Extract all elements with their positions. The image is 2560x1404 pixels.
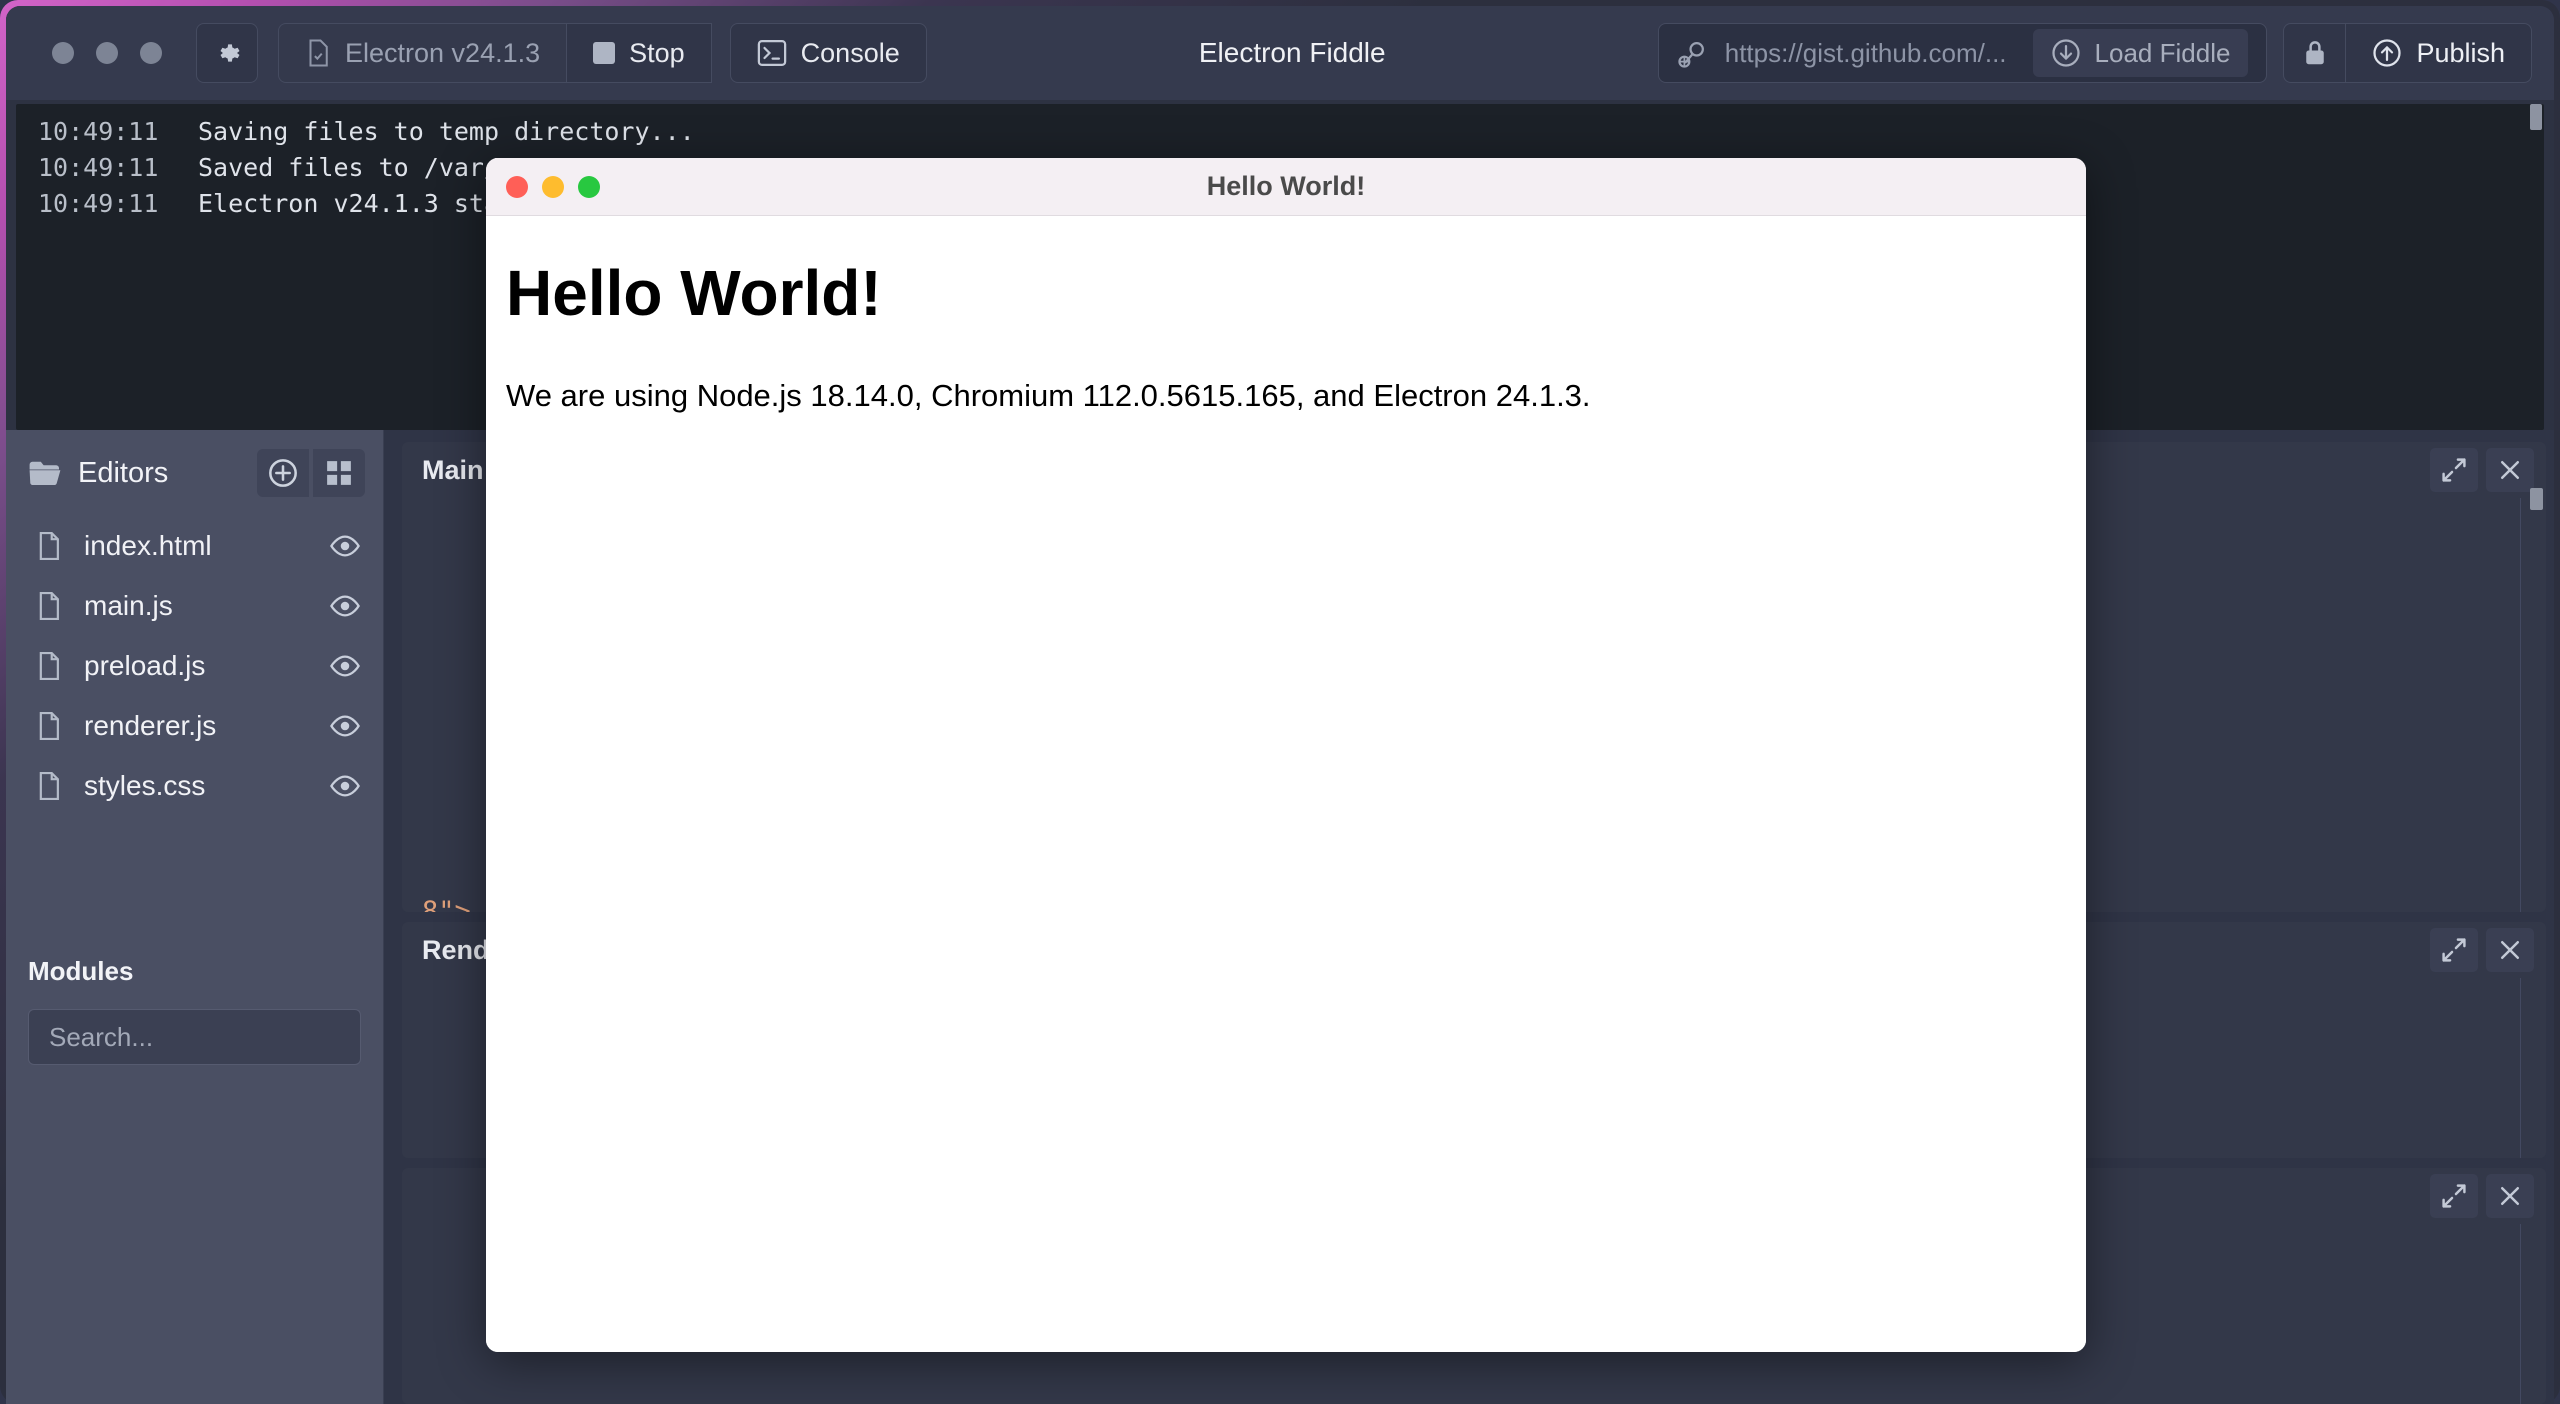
terminal-icon <box>757 40 786 66</box>
editors-header: Editors <box>6 444 383 502</box>
file-check-icon <box>309 39 328 67</box>
page-paragraph: We are using Node.js 18.14.0, Chromium 1… <box>506 378 1591 414</box>
grid-layout-icon <box>327 461 351 485</box>
expand-icon <box>2442 458 2466 482</box>
file-name: main.js <box>84 590 173 621</box>
panel-close-button[interactable] <box>2486 1174 2534 1218</box>
panel-vertical-divider <box>2520 1224 2522 1404</box>
panel-controls <box>2430 448 2534 492</box>
panel-expand-button[interactable] <box>2430 448 2478 492</box>
publish-label: Publish <box>2416 37 2505 68</box>
lock-icon <box>2306 41 2324 65</box>
stop-button[interactable]: Stop <box>566 23 712 83</box>
window-traffic-lights[interactable] <box>52 42 162 64</box>
hello-world-title: Hello World! <box>1206 171 1366 201</box>
gear-icon <box>220 44 240 62</box>
console-scrollbar[interactable] <box>2530 104 2542 130</box>
plus-circle-icon <box>269 459 297 487</box>
file-icon <box>39 651 59 681</box>
hello-world-window[interactable]: Hello World! Hello World! We are using N… <box>486 158 2086 1352</box>
sidebar: Editors index.html main.js preload.js re… <box>6 430 384 1404</box>
modules-search-wrap <box>6 987 383 1065</box>
list-item[interactable]: index.html <box>6 516 383 576</box>
minimize-traffic-light[interactable] <box>96 42 118 64</box>
editor-layout-button[interactable] <box>313 449 365 497</box>
close-icon <box>2500 1186 2520 1206</box>
electron-fiddle-window: Electron v24.1.3 Stop Console Electron F… <box>0 0 2560 1404</box>
close-icon <box>2500 460 2520 480</box>
log-timestamp: 10:49:11 <box>38 153 159 182</box>
settings-button[interactable] <box>196 23 258 83</box>
eye-icon[interactable] <box>329 595 361 617</box>
stop-square-icon <box>593 42 616 64</box>
log-message: Saved files to /var/ <box>198 153 500 182</box>
panel-expand-button[interactable] <box>2430 1174 2478 1218</box>
editors-actions <box>257 449 365 497</box>
download-cloud-icon <box>2051 39 2080 67</box>
version-selector[interactable]: Electron v24.1.3 <box>278 23 567 83</box>
eye-icon[interactable] <box>329 775 361 797</box>
file-icon <box>39 591 59 621</box>
file-name: index.html <box>84 530 212 561</box>
maximize-traffic-light[interactable] <box>140 42 162 64</box>
list-item[interactable]: preload.js <box>6 636 383 696</box>
file-icon <box>39 771 59 801</box>
log-timestamp: 10:49:11 <box>38 189 159 218</box>
panel-close-button[interactable] <box>2486 928 2534 972</box>
load-fiddle-button[interactable]: Load Fiddle <box>2032 29 2249 77</box>
editor-file-list: index.html main.js preload.js renderer.j… <box>6 516 383 816</box>
panel-expand-button[interactable] <box>2430 928 2478 972</box>
gist-controls: https://gist.github.com/... Load Fiddle <box>1657 23 2532 83</box>
file-name: styles.css <box>84 770 206 801</box>
stop-label: Stop <box>629 37 685 68</box>
add-editor-button[interactable] <box>257 449 309 497</box>
panel-vertical-divider <box>2520 498 2522 912</box>
log-timestamp: 10:49:11 <box>38 117 159 146</box>
app-toolbar: Electron v24.1.3 Stop Console Electron F… <box>6 6 2554 100</box>
eye-icon[interactable] <box>329 535 361 557</box>
expand-icon <box>2442 1184 2466 1208</box>
version-label: Electron v24.1.3 <box>345 37 541 68</box>
publish-button[interactable]: Publish <box>2345 23 2532 83</box>
privacy-lock-button[interactable] <box>2283 23 2346 83</box>
window-chrome-inner: Electron v24.1.3 Stop Console Electron F… <box>6 6 2554 1404</box>
close-traffic-light[interactable] <box>52 42 74 64</box>
app-title: Electron Fiddle <box>1198 37 1386 68</box>
console-label: Console <box>800 37 900 68</box>
expand-icon <box>2442 938 2466 962</box>
file-icon <box>39 531 59 561</box>
panel-controls <box>2430 1174 2534 1218</box>
hello-world-content: Hello World! We are using Node.js 18.14.… <box>486 216 2086 1352</box>
console-log-line: 10:49:11 Saving files to temp directory.… <box>16 114 2544 150</box>
modules-search-input[interactable] <box>28 1009 361 1065</box>
gist-search-icon <box>1678 42 1704 68</box>
eye-icon[interactable] <box>329 715 361 737</box>
list-item[interactable]: renderer.js <box>6 696 383 756</box>
page-heading: Hello World! <box>506 257 882 329</box>
list-item[interactable]: styles.css <box>6 756 383 816</box>
load-fiddle-label: Load Fiddle <box>2094 37 2231 68</box>
editor-scrollbar[interactable] <box>2530 488 2543 510</box>
close-icon <box>2500 940 2520 960</box>
gist-url-value: https://gist.github.com/... <box>1724 37 2007 68</box>
panel-vertical-divider <box>2520 978 2522 1158</box>
file-name: preload.js <box>84 650 206 681</box>
log-message: Electron v24.1.3 sta <box>198 189 500 218</box>
panel-controls <box>2430 928 2534 972</box>
gist-url-field[interactable]: https://gist.github.com/... Load Fiddle <box>1657 23 2268 83</box>
folder-icon <box>29 461 61 486</box>
eye-icon[interactable] <box>329 655 361 677</box>
log-message: Saving files to temp directory... <box>198 117 695 146</box>
console-button[interactable]: Console <box>729 23 927 83</box>
file-icon <box>39 711 59 741</box>
editors-title: Editors <box>78 456 169 489</box>
list-item[interactable]: main.js <box>6 576 383 636</box>
upload-circle-icon <box>2373 39 2402 67</box>
file-name: renderer.js <box>84 710 217 741</box>
modules-title: Modules <box>28 956 134 986</box>
hello-world-titlebar[interactable]: Hello World! <box>486 158 2086 216</box>
panel-close-button[interactable] <box>2486 448 2534 492</box>
